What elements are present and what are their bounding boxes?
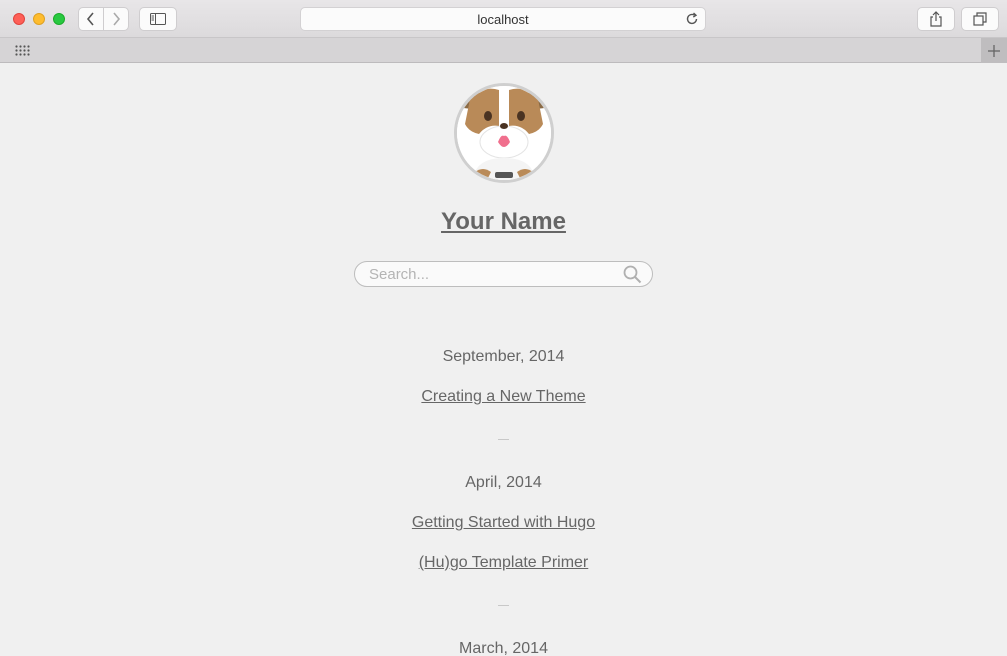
archive-month-heading: September, 2014 xyxy=(442,348,565,365)
share-button[interactable] xyxy=(917,7,955,31)
avatar xyxy=(454,83,554,183)
top-sites-grid-icon[interactable] xyxy=(15,45,31,56)
minimize-window-button[interactable] xyxy=(33,13,45,25)
page-content: Your Name September, 2014 Creating a New… xyxy=(0,63,1007,656)
address-text: localhost xyxy=(477,11,529,27)
back-button[interactable] xyxy=(78,7,104,31)
tabs-overview-icon xyxy=(973,12,987,26)
post-link[interactable]: (Hu)go Template Primer xyxy=(419,554,589,571)
forward-button[interactable] xyxy=(103,7,129,31)
close-window-button[interactable] xyxy=(13,13,25,25)
post-link-item: Creating a New Theme xyxy=(0,388,1007,406)
archive-separator xyxy=(498,439,509,440)
share-icon xyxy=(930,11,942,27)
search-input[interactable] xyxy=(369,264,619,284)
bulldog-avatar-image xyxy=(457,86,551,180)
search-box xyxy=(354,261,653,287)
post-link[interactable]: Creating a New Theme xyxy=(421,388,585,405)
reload-icon[interactable] xyxy=(685,12,699,26)
address-bar[interactable]: localhost xyxy=(300,7,706,31)
post-link-item: (Hu)go Template Primer xyxy=(0,554,1007,572)
archive-separator xyxy=(498,605,509,606)
search-icon[interactable] xyxy=(623,265,642,284)
show-tabs-button[interactable] xyxy=(961,7,999,31)
chevron-left-icon xyxy=(86,12,94,26)
plus-icon xyxy=(988,44,1000,57)
new-tab-button[interactable] xyxy=(981,38,1007,63)
site-title-link[interactable]: Your Name xyxy=(0,208,1007,236)
sidebar-icon xyxy=(150,13,166,25)
maximize-window-button[interactable] xyxy=(53,13,65,25)
browser-toolbar: localhost xyxy=(0,0,1007,38)
post-link[interactable]: Getting Started with Hugo xyxy=(412,514,595,531)
chevron-right-icon xyxy=(113,12,121,26)
post-link-item: Getting Started with Hugo xyxy=(0,514,1007,532)
favorites-bar xyxy=(0,38,1007,63)
archive-month-heading: April, 2014 xyxy=(465,474,542,491)
sidebar-toggle-button[interactable] xyxy=(139,7,177,31)
archive-month-heading: March, 2014 xyxy=(459,640,548,656)
